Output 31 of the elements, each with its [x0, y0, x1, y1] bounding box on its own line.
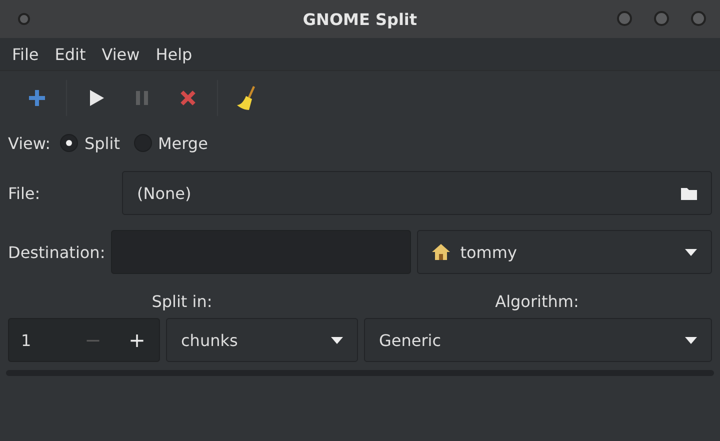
menu-item[interactable]: Edit: [46, 44, 94, 64]
window-button[interactable]: [691, 11, 706, 26]
algorithm-dropdown[interactable]: Generic: [364, 318, 712, 362]
pause-icon: [135, 90, 149, 106]
spin-field[interactable]: 1 − +: [8, 318, 160, 362]
algorithm-label: Algorithm:: [495, 292, 579, 310]
file-chooser-button[interactable]: (None): [122, 171, 712, 215]
window-title: GNOME Split: [302, 10, 418, 28]
folder-dropdown[interactable]: tommy: [417, 230, 712, 274]
menu-item[interactable]: View: [94, 44, 148, 64]
home-icon: [432, 244, 450, 260]
caret-icon: [685, 336, 697, 344]
plus-icon: [28, 89, 46, 107]
window-button[interactable]: [654, 11, 669, 26]
destination-label: Destination:: [8, 242, 106, 262]
file-label: File:: [8, 184, 42, 202]
increment-button[interactable]: +: [115, 319, 159, 361]
window-button[interactable]: [18, 13, 30, 25]
unit-dropdown[interactable]: chunks: [166, 318, 358, 362]
menu-item[interactable]: Help: [148, 44, 200, 64]
play-icon: [87, 89, 105, 107]
view-label: View:: [8, 134, 50, 152]
x-icon: [180, 90, 196, 106]
radio-button[interactable]: Merge: [130, 134, 212, 152]
menu-item[interactable]: File: [4, 44, 47, 64]
folder-icon: [681, 186, 697, 200]
split-in-label: Split in:: [152, 292, 212, 310]
window-button[interactable]: [617, 11, 632, 26]
radio-button[interactable]: Split: [56, 134, 124, 152]
caret-icon: [685, 248, 697, 256]
caret-icon: [331, 336, 343, 344]
